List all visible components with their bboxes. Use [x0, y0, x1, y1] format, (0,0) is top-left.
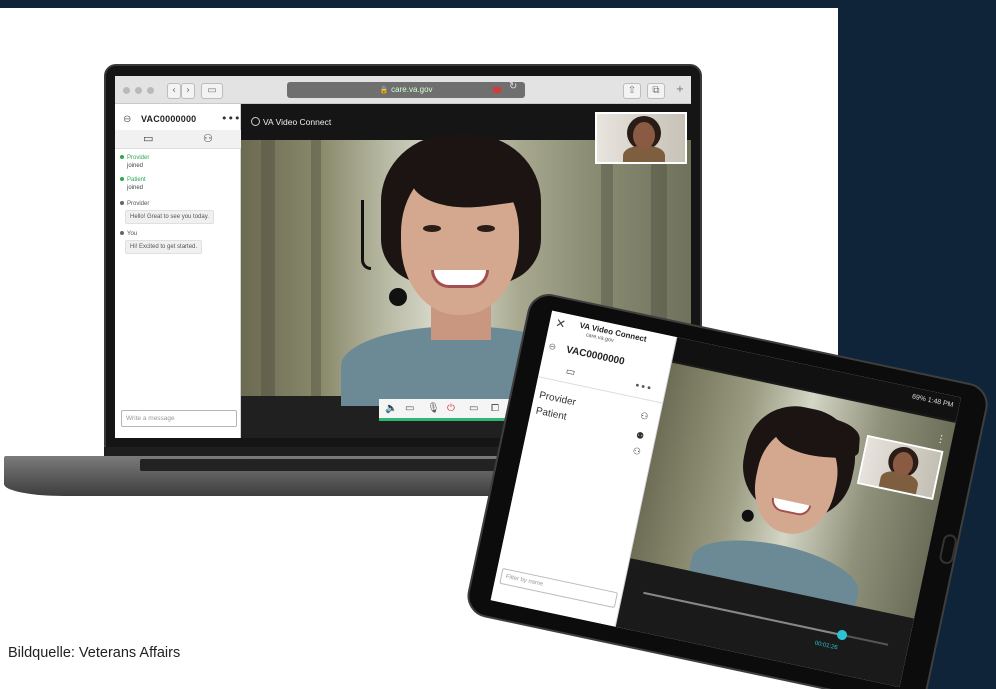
chain-link-icon[interactable]: ⊖ — [123, 114, 131, 125]
window-minimize-dot[interactable] — [135, 87, 142, 94]
status-dot — [120, 155, 124, 159]
chat-message: Provider — [120, 200, 149, 208]
sidebar-toggle-icon[interactable]: ▭ — [201, 83, 223, 99]
window-zoom-dot[interactable] — [147, 87, 154, 94]
participant-patient[interactable]: Patient — [535, 406, 568, 423]
battery-time-status: 69% 1:48 PM — [911, 393, 954, 410]
power-icon[interactable]: ⏻ — [447, 403, 455, 414]
elapsed-time: 00:01:26 — [814, 640, 839, 652]
people-icon[interactable]: ⚇ — [203, 132, 213, 145]
self-view-thumbnail[interactable] — [595, 112, 687, 164]
va-logo-icon — [251, 117, 260, 126]
speaker-icon[interactable]: 🔈 — [385, 403, 397, 414]
status-dot — [120, 201, 124, 205]
headset-mic — [361, 200, 371, 270]
message-sender: Patient — [127, 177, 146, 183]
address-bar[interactable]: 🔒 care.va.gov — [287, 82, 525, 98]
headset-mic-tip — [740, 508, 755, 523]
address-url: care.va.gov — [391, 85, 433, 94]
more-options-icon[interactable]: ••• — [633, 380, 653, 394]
message-text: joined — [127, 185, 144, 191]
background-tree — [311, 140, 321, 396]
chain-link-icon[interactable]: ⊖ — [548, 342, 557, 353]
marketing-image: ‹ › ▭ 🔒 care.va.gov ↻ ⇧ ⧉ + ⊖ VAC0000000 … — [0, 0, 996, 689]
browser-toolbar: ‹ › ▭ 🔒 care.va.gov ↻ ⇧ ⧉ + — [115, 76, 691, 104]
message-input[interactable]: Write a message — [121, 410, 237, 427]
app-title-text: VA Video Connect — [263, 117, 332, 127]
message-sender: Provider — [127, 155, 150, 161]
chat-bubble-icon[interactable]: ▭ — [565, 366, 577, 379]
share-icon[interactable]: ⧠ — [491, 403, 499, 414]
person-eye — [423, 225, 441, 232]
filter-input[interactable]: Filter by name — [499, 567, 618, 609]
sidebar-tabs: ▭ ⚇ — [115, 130, 241, 149]
message-sender: You — [127, 231, 138, 237]
status-dot — [120, 177, 124, 181]
participant-provider[interactable]: Provider — [538, 390, 577, 409]
chat-message: Patient joined — [120, 176, 146, 192]
message-text: joined — [127, 163, 144, 169]
forward-icon[interactable]: › — [181, 83, 195, 99]
window-close-dot[interactable] — [123, 87, 130, 94]
person-icon: ⚉ — [634, 430, 645, 443]
person-eye — [477, 225, 495, 232]
chat-message: You — [120, 230, 137, 238]
person-outline-icon: ⚇ — [631, 446, 642, 459]
message-bubble: Hi! Excited to get started. — [125, 240, 203, 254]
app-title: VA Video Connect — [251, 117, 331, 127]
provider-video-person — [685, 393, 884, 622]
message-bubble: Hello! Great to see you today. — [125, 210, 214, 224]
background-tree — [261, 140, 275, 396]
people-icon: ⚇ — [639, 411, 650, 423]
tablet-screen: ✕ VA Video Connect care.va.gov ⊖ VAC0000… — [490, 310, 962, 688]
status-dot — [120, 231, 124, 235]
headset-mic-tip — [389, 288, 407, 306]
tablet-room-id: VAC0000000 — [565, 344, 626, 368]
message-sender: Provider — [127, 201, 150, 207]
chat-bubble-icon[interactable]: ▭ — [143, 132, 153, 145]
person-smile — [431, 270, 489, 288]
video-camera-icon[interactable]: ▭ — [405, 403, 414, 414]
more-options-icon[interactable]: ••• — [221, 112, 240, 125]
chat-message: Provider joined — [120, 154, 149, 170]
monitor-icon[interactable]: ▭ — [469, 403, 478, 414]
microphone-icon[interactable]: 🎙 — [427, 403, 440, 414]
recording-icon — [493, 87, 501, 93]
tablet-video-area: 69% 1:48 PM ⋮ 00:01:26 — [615, 337, 962, 688]
pip-face — [633, 122, 655, 149]
reload-icon[interactable]: ↻ — [509, 81, 517, 92]
slider-knob[interactable] — [836, 629, 848, 641]
new-tab-icon[interactable]: + — [673, 83, 687, 99]
image-caption: Bildquelle: Veterans Affairs — [8, 645, 181, 661]
close-icon[interactable]: ✕ — [554, 316, 567, 332]
back-icon[interactable]: ‹ — [167, 83, 181, 99]
lock-icon: 🔒 — [379, 87, 389, 94]
tabs-icon[interactable]: ⧉ — [647, 83, 665, 99]
room-id: VAC0000000 — [141, 114, 197, 124]
share-icon[interactable]: ⇧ — [623, 83, 641, 99]
chat-sidebar: ⊖ VAC0000000 ••• ▭ ⚇ Provider joined Pat… — [115, 104, 241, 438]
slider-fill — [643, 591, 840, 636]
